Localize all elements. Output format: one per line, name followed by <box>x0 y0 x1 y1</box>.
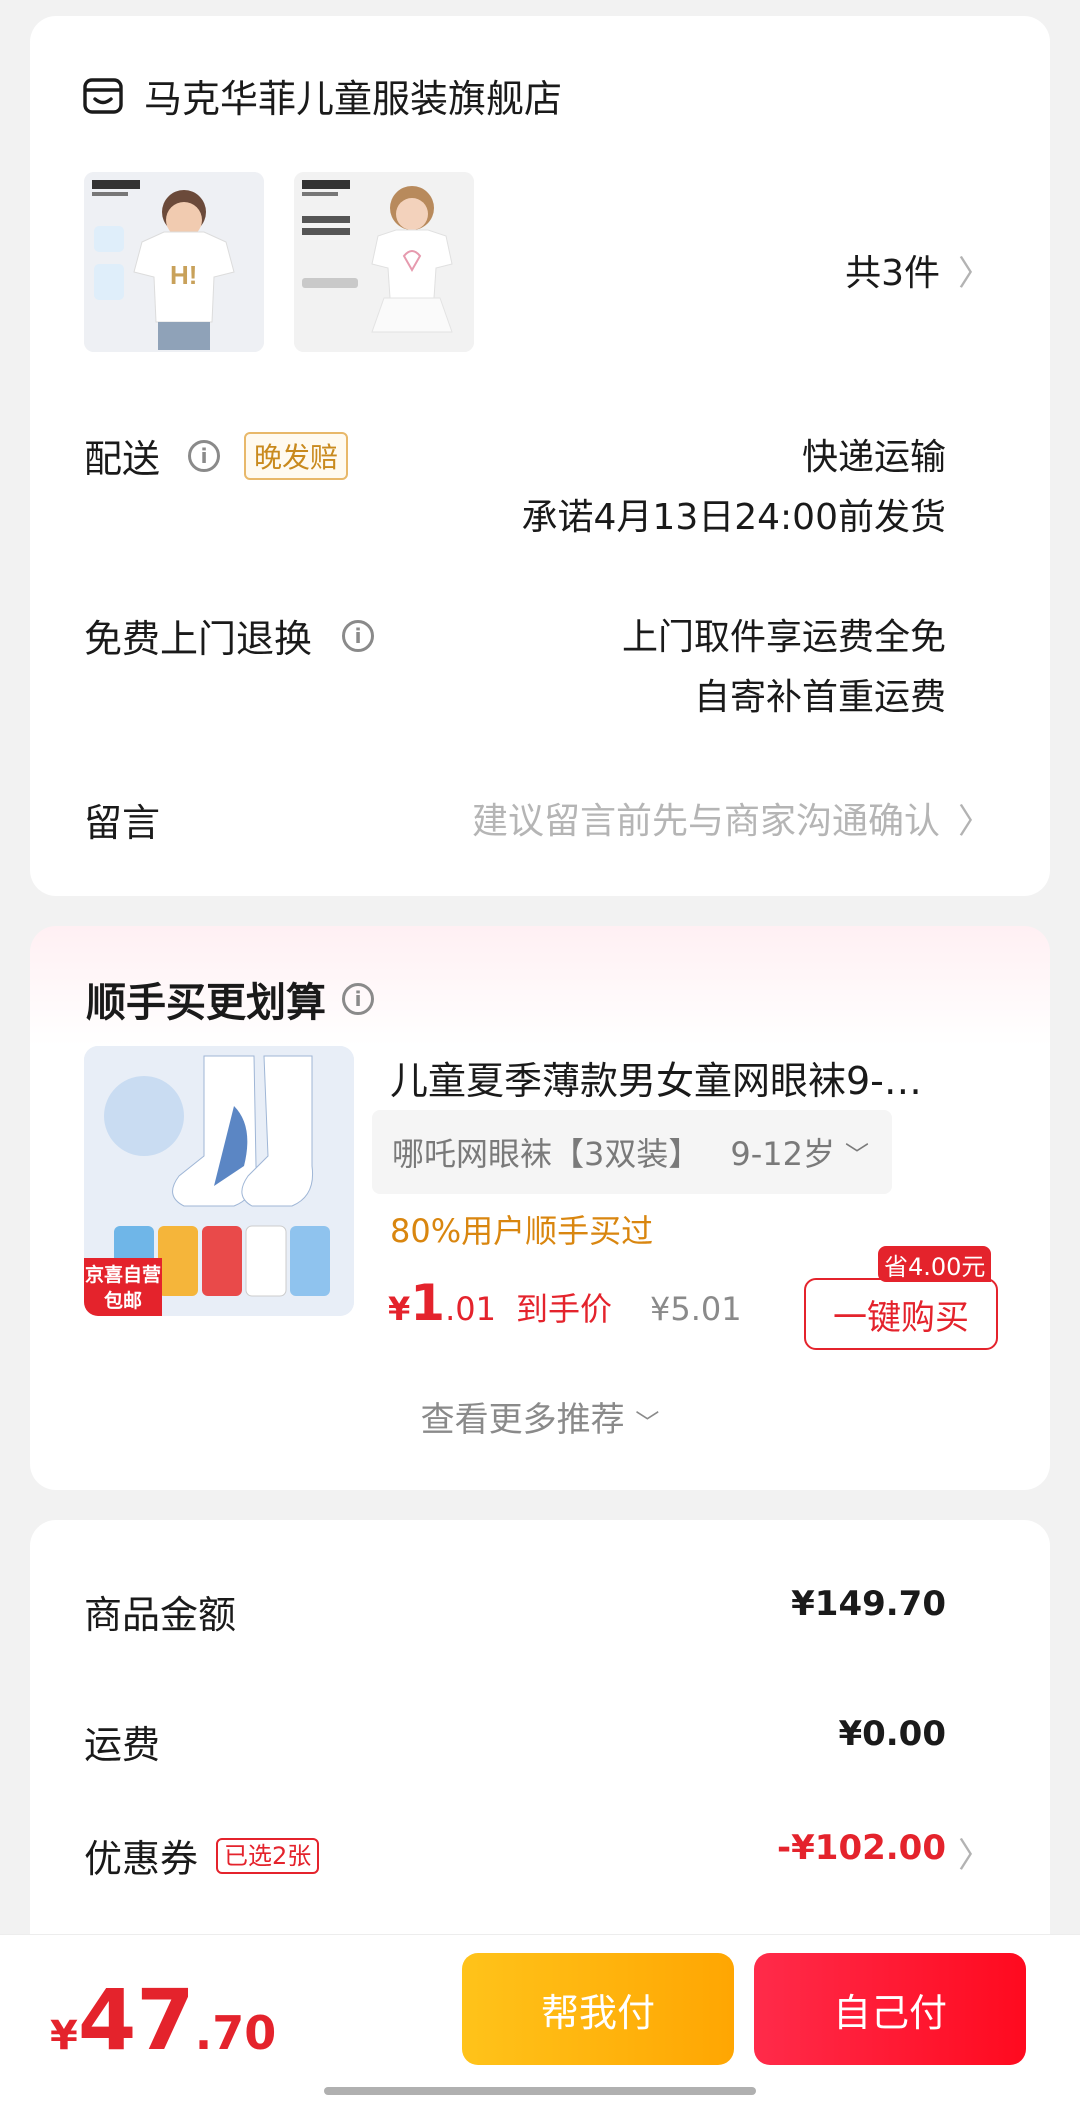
price-label: 到手价 <box>515 1290 612 1328</box>
chevron-right-icon: 〉 <box>958 801 992 842</box>
more-recommendations-label: 查看更多推荐 <box>420 1400 625 1440</box>
late-compensation-badge: 晚发赔 <box>244 431 349 480</box>
total-price: ¥ 47 .70 <box>50 1971 276 2069</box>
help-me-pay-button[interactable]: 帮我付 <box>462 1953 734 2065</box>
shipping-fee-label: 运费 <box>84 1723 161 1767</box>
shipping-fee-value: ¥0.00 <box>838 1714 946 1754</box>
store-icon <box>83 77 123 114</box>
recommend-title: 顺手买更划算 <box>86 980 326 1026</box>
chevron-right-icon: 〉 <box>958 1836 992 1876</box>
original-price: ¥5.01 <box>649 1290 742 1328</box>
one-click-buy-button[interactable]: 一键购买 <box>804 1278 998 1350</box>
delivery-promise: 承诺4月13日24:00前发货 <box>521 497 946 538</box>
recommend-product-name[interactable]: 儿童夏季薄款男女童网眼袜9-… <box>390 1050 1010 1105</box>
sku-selector[interactable]: 哪吒网眼袜【3双装】 9-12岁 ﹀ <box>372 1110 892 1194</box>
price-integer: 1 <box>410 1274 446 1332</box>
return-label-row: 免费上门退换 i <box>84 608 375 663</box>
price-decimal: .01 <box>445 1290 496 1328</box>
coupon-value[interactable]: -¥102.00 <box>777 1828 946 1868</box>
bottom-pay-bar: ¥ 47 .70 帮我付 自己付 <box>0 1934 1080 2101</box>
chevron-right-icon: 〉 <box>958 253 992 294</box>
save-amount-badge: 省4.00元 <box>878 1246 992 1282</box>
self-operated-tag: 京喜自营 包邮 <box>84 1258 162 1316</box>
delivery-method: 快递运输 <box>801 437 946 478</box>
pay-myself-button[interactable]: 自己付 <box>754 1953 1026 2065</box>
message-input-row[interactable]: 建议留言前先与商家沟通确认 〉 <box>472 792 992 844</box>
info-icon[interactable]: i <box>342 983 374 1015</box>
product-thumbnail-2[interactable] <box>294 172 474 352</box>
return-pickup-text: 上门取件享运费全免 <box>621 617 946 658</box>
info-icon[interactable]: i <box>342 619 375 652</box>
message-placeholder: 建议留言前先与商家沟通确认 <box>471 801 940 842</box>
recommend-card: 顺手买更划算 i 京喜自营 包邮 儿童夏季薄款男女童网眼袜9-… 哪吒网眼袜【3… <box>30 926 1050 1490</box>
recommend-price: ¥ 1 .01 到手价 ¥5.01 <box>388 1274 742 1332</box>
delivery-label-row: 配送 i 晚发赔 <box>84 428 349 483</box>
chevron-down-icon: ﹀ <box>845 1140 870 1169</box>
product-thumbnail-1[interactable]: H! <box>84 172 264 352</box>
store-name: 马克华菲儿童服装旗舰店 <box>144 77 563 121</box>
goods-amount-label: 商品金额 <box>84 1593 237 1637</box>
store-card: 马克华菲儿童服装旗舰店 H! 共3件 〉 配送 i 晚发赔 快递运输 承诺4月1… <box>30 16 1050 896</box>
home-indicator[interactable] <box>324 2087 756 2095</box>
message-label: 留言 <box>84 801 161 845</box>
coupon-selected-badge: 已选2张 <box>216 1837 320 1874</box>
girl-tshirt-image <box>294 172 474 352</box>
item-count-row[interactable]: 共3件 〉 <box>845 244 992 296</box>
more-recommendations-link[interactable]: 查看更多推荐 ﹀ <box>30 1392 1050 1441</box>
boy-tshirt-image: H! <box>84 172 264 352</box>
total-decimal: .70 <box>194 2006 277 2060</box>
recommend-header: 顺手买更划算 i <box>86 970 374 1028</box>
social-proof-text: 80%用户顺手买过 <box>390 1212 654 1250</box>
total-symbol: ¥ <box>50 2013 78 2059</box>
info-icon[interactable]: i <box>188 439 221 472</box>
chevron-down-icon: ﹀ <box>635 1409 660 1437</box>
store-header[interactable]: 马克华菲儿童服装旗舰店 <box>82 68 562 123</box>
total-integer: 47 <box>77 1971 195 2069</box>
coupon-label-row[interactable]: 优惠券 已选2张 <box>84 1828 320 1883</box>
return-label: 免费上门退换 <box>84 617 313 661</box>
recommend-product-image[interactable]: 京喜自营 包邮 <box>84 1046 354 1316</box>
item-count: 共3件 <box>845 253 940 294</box>
sku-name: 哪吒网眼袜【3双装】 <box>392 1135 701 1173</box>
coupon-label: 优惠券 <box>84 1837 199 1881</box>
goods-amount-value: ¥149.70 <box>791 1584 946 1624</box>
price-symbol: ¥ <box>388 1290 411 1328</box>
sku-age: 9-12岁 <box>730 1135 836 1173</box>
svg-text:H!: H! <box>170 260 197 290</box>
delivery-label: 配送 <box>84 437 161 481</box>
return-self-send-text: 自寄补首重运费 <box>693 677 946 718</box>
order-summary-card: 商品金额 ¥149.70 运费 ¥0.00 优惠券 已选2张 -¥102.00 … <box>30 1520 1050 1990</box>
